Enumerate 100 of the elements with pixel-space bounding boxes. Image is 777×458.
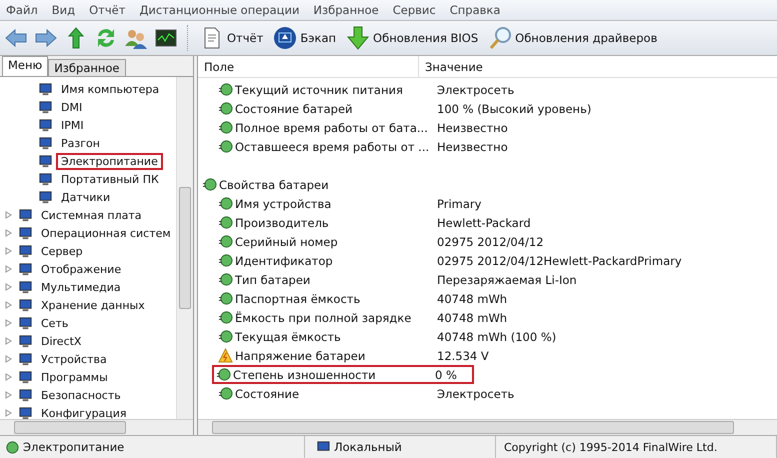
table-cell-text: Степень изношенности xyxy=(233,368,377,382)
table-cell-text: Паспортная ёмкость xyxy=(235,292,362,306)
menu-item[interactable]: Отчёт xyxy=(89,3,126,17)
computer-icon xyxy=(18,262,33,276)
tree-item[interactable]: Безопасность xyxy=(36,386,126,404)
power-plug-icon xyxy=(218,196,233,211)
computer-icon xyxy=(38,136,53,150)
scrollbar[interactable] xyxy=(198,419,777,435)
computer-icon xyxy=(38,118,53,132)
toolbar-button[interactable]: Обновления BIOS xyxy=(344,24,480,52)
power-plug-icon xyxy=(218,215,233,230)
menu-item[interactable]: Избранное xyxy=(313,3,379,17)
table-cell-text: Текущий источник питания xyxy=(235,82,404,96)
power-plug-icon xyxy=(218,120,233,135)
computer-icon xyxy=(18,244,33,258)
menu-item[interactable]: Справка xyxy=(450,3,500,17)
tree-item[interactable]: Портативный ПК xyxy=(56,170,164,188)
tree-item[interactable]: Системная плата xyxy=(36,206,147,224)
table-cell-text: Оставшееся время работы от ... xyxy=(235,140,430,154)
computer-icon xyxy=(38,100,53,114)
table-cell: Перезаряжаемая Li-Ion xyxy=(437,272,577,286)
table-cell-text: Текущая ёмкость xyxy=(235,330,342,344)
computer-icon xyxy=(18,406,33,419)
group-title: Свойства батареи xyxy=(219,178,329,192)
expand-arrow-icon[interactable] xyxy=(4,373,12,381)
tree-item[interactable]: Датчики xyxy=(56,188,116,206)
table-cell: 40748 mWh xyxy=(437,292,508,306)
table-cell: 02975 2012/04/12 xyxy=(437,234,544,248)
toolbar-button[interactable]: Обновления драйверов xyxy=(486,24,660,52)
scrollbar[interactable] xyxy=(176,77,193,419)
status-text: Локальный xyxy=(334,440,402,454)
menu-item[interactable]: Дистанционные операции xyxy=(139,3,300,17)
forward-arrow-icon[interactable] xyxy=(34,26,58,50)
tree-item[interactable]: Сеть xyxy=(36,314,74,332)
column-header[interactable]: Поле xyxy=(198,56,419,77)
computer-icon xyxy=(18,316,33,330)
table-cell: Hewlett-Packard xyxy=(437,216,531,230)
expand-arrow-icon[interactable] xyxy=(4,409,12,417)
table-cell-text: Ёмкость при полной зарядке xyxy=(235,310,412,324)
tree-item[interactable]: Конфигурация xyxy=(36,404,132,419)
power-plug-icon xyxy=(216,367,231,382)
tree-item[interactable]: Программы xyxy=(36,368,113,386)
expand-arrow-icon[interactable] xyxy=(4,391,12,399)
tree-item[interactable]: DMI xyxy=(56,98,88,116)
table-cell: 40748 mWh xyxy=(437,310,508,324)
expand-arrow-icon[interactable] xyxy=(4,211,12,219)
toolbar-button[interactable]: Отчёт xyxy=(198,24,266,52)
table-cell-text: Полное время работы от бата... xyxy=(235,120,429,134)
table-cell-text: Тип батареи xyxy=(235,272,312,286)
table-cell: 100 % (Высокий уровень) xyxy=(437,102,592,116)
expand-arrow-icon[interactable] xyxy=(4,337,12,345)
power-plug-icon xyxy=(218,386,233,401)
table-cell-text: Имя устройства xyxy=(235,196,332,210)
tree-item[interactable]: Сервер xyxy=(36,242,88,260)
menu-item[interactable]: Вид xyxy=(52,3,76,17)
table-cell: Электросеть xyxy=(437,82,514,96)
tree-item[interactable]: Электропитание xyxy=(56,152,163,170)
computer-icon xyxy=(18,226,33,240)
table-cell: 0 % xyxy=(435,368,457,382)
table-cell: 12.534 V xyxy=(437,348,489,362)
scrollbar[interactable] xyxy=(0,419,193,435)
table-cell: 02975 2012/04/12Hewlett-PackardPrimary xyxy=(437,254,682,268)
power-plug-icon xyxy=(218,234,233,249)
expand-arrow-icon[interactable] xyxy=(4,301,12,309)
expand-arrow-icon[interactable] xyxy=(4,283,12,291)
power-plug-icon xyxy=(218,272,233,287)
table-cell: Электросеть xyxy=(437,386,514,400)
power-plug-icon xyxy=(202,177,217,192)
menu-item[interactable]: Сервис xyxy=(392,3,436,17)
expand-arrow-icon[interactable] xyxy=(4,319,12,327)
menu-item[interactable]: Файл xyxy=(6,3,38,17)
table-cell-text: Производитель xyxy=(235,216,330,230)
tree-item[interactable]: Разгон xyxy=(56,134,105,152)
tree-item[interactable]: DirectX xyxy=(36,332,86,350)
computer-icon xyxy=(18,388,33,402)
tree-item[interactable]: Операционная систем xyxy=(36,224,176,242)
tree-item[interactable]: Хранение данных xyxy=(36,296,150,314)
table-cell-text: Идентификатор xyxy=(235,254,334,268)
tree-item[interactable]: Мультимедиа xyxy=(36,278,126,296)
tree-item[interactable]: Отображение xyxy=(36,260,126,278)
expand-arrow-icon[interactable] xyxy=(4,229,12,237)
computer-icon xyxy=(18,352,33,366)
toolbar-button[interactable]: Бэкап xyxy=(271,24,338,52)
tab[interactable]: Избранное xyxy=(48,59,126,76)
computer-icon xyxy=(18,334,33,348)
computer-icon xyxy=(18,370,33,384)
tab[interactable]: Меню xyxy=(2,56,48,76)
expand-arrow-icon[interactable] xyxy=(4,265,12,273)
expand-arrow-icon[interactable] xyxy=(4,355,12,363)
computer-icon xyxy=(38,172,53,186)
down-arrow-icon xyxy=(346,26,370,50)
tree-item[interactable]: Устройства xyxy=(36,350,112,368)
tree-item[interactable]: Имя компьютера xyxy=(56,80,164,98)
expand-arrow-icon[interactable] xyxy=(4,247,12,255)
power-plug-icon xyxy=(218,253,233,268)
back-arrow-icon[interactable] xyxy=(4,26,28,50)
column-header[interactable]: Значение xyxy=(419,56,483,77)
warning-icon xyxy=(218,348,233,363)
tree-item[interactable]: IPMI xyxy=(56,116,89,134)
computer-icon xyxy=(18,298,33,312)
